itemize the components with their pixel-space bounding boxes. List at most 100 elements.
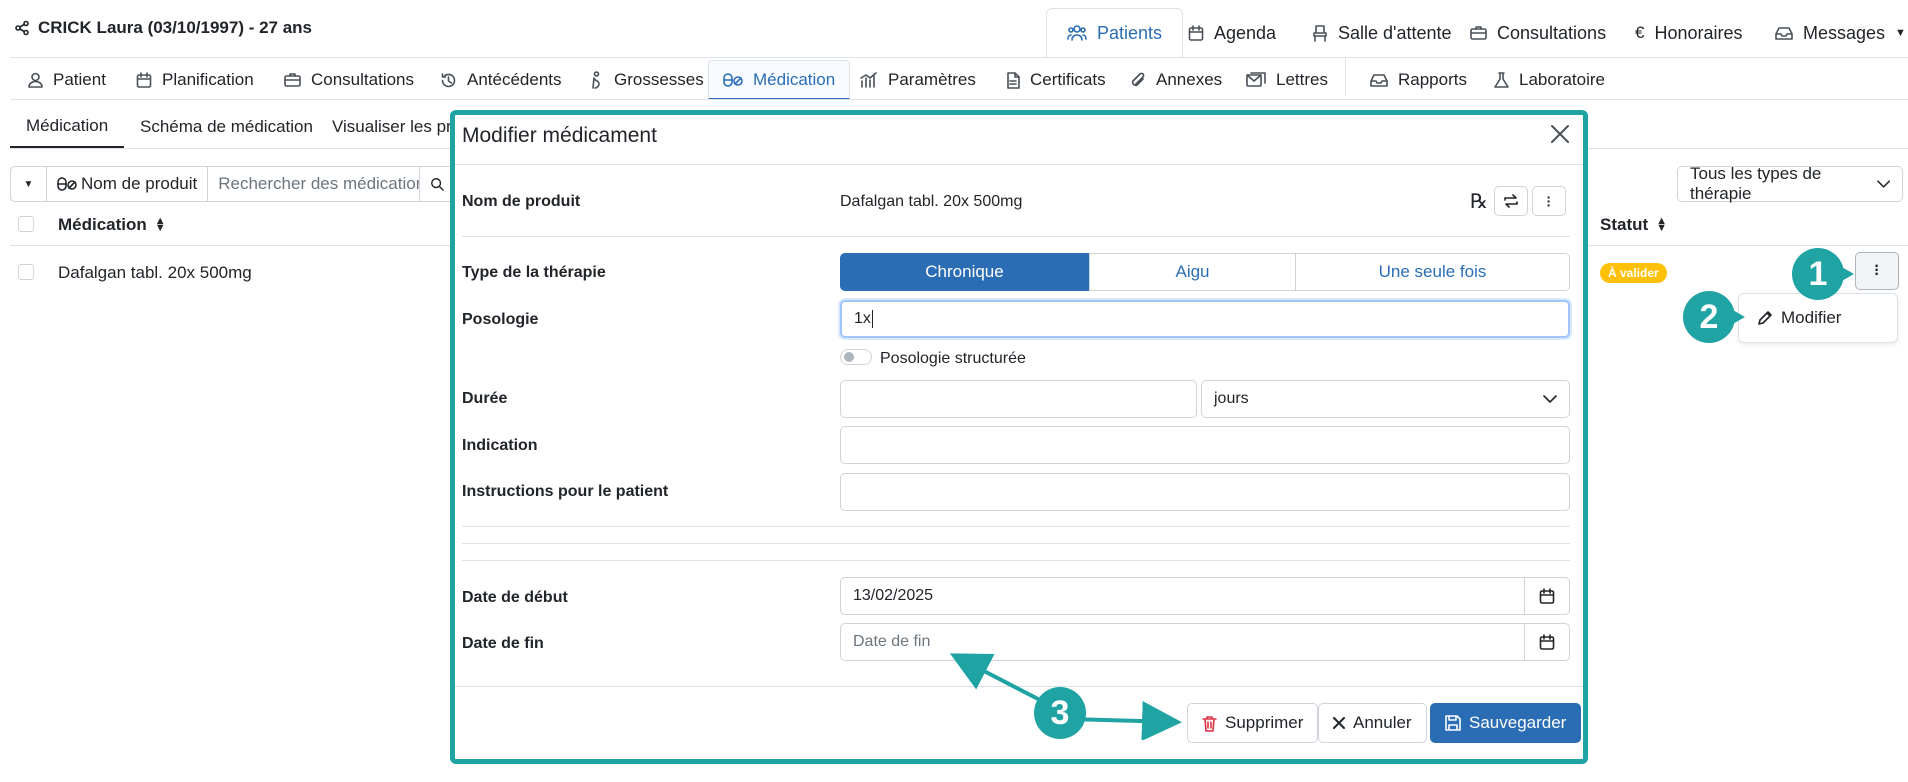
- end-date-label: Date de fin: [462, 635, 544, 652]
- tab-agenda[interactable]: Agenda: [1168, 8, 1296, 58]
- therapy-type-label: Type de la thérapie: [462, 264, 606, 281]
- divider: [462, 236, 1570, 237]
- modify-menu-item[interactable]: Modifier: [1738, 293, 1898, 343]
- arrow-to-delete: [1069, 701, 1182, 740]
- chair-icon: [1313, 25, 1327, 42]
- callout-pointer: [1840, 266, 1854, 282]
- indication-input[interactable]: [840, 426, 1570, 464]
- calendar-button[interactable]: [1524, 577, 1569, 615]
- structured-posology-label: Posologie structurée: [880, 350, 1026, 367]
- patient-header[interactable]: CRICK Laura (03/10/1997) - 27 ans: [14, 18, 312, 38]
- sort-icon: ▲ ▼: [1656, 215, 1668, 234]
- column-header-status[interactable]: Statut ▲ ▼: [1600, 215, 1667, 235]
- history-icon: [441, 72, 456, 87]
- divider: [10, 57, 1908, 58]
- duration-unit-select[interactable]: jours: [1201, 380, 1570, 418]
- duration-input[interactable]: [840, 380, 1197, 418]
- structured-posology-toggle[interactable]: [840, 349, 872, 365]
- toolbar-dropdown[interactable]: ▼: [11, 167, 47, 201]
- posology-input[interactable]: 1x: [840, 300, 1570, 338]
- nav-planification[interactable]: Planification: [122, 60, 268, 100]
- kebab-icon: · · ·: [1546, 189, 1552, 213]
- nav-consultations[interactable]: Consultations: [270, 60, 428, 100]
- nav-attachments[interactable]: Annexes: [1116, 60, 1236, 100]
- callout-2: 2: [1683, 291, 1735, 343]
- cancel-button[interactable]: Annuler: [1318, 703, 1427, 743]
- prescription-icon[interactable]: ℞: [1470, 189, 1488, 214]
- chart-icon: [860, 72, 877, 88]
- table-row-medication-name[interactable]: Dafalgan tabl. 20x 500mg: [58, 263, 252, 283]
- tab-fees[interactable]: € Honoraires: [1615, 8, 1763, 58]
- swap-icon: [1504, 194, 1518, 208]
- nav-laboratory[interactable]: Laboratoire: [1480, 60, 1619, 100]
- calendar-icon: [136, 71, 152, 88]
- nav-patient[interactable]: Patient: [14, 60, 120, 100]
- close-icon: [1333, 717, 1345, 729]
- divider: [455, 164, 1583, 165]
- subtab-schema[interactable]: Schéma de médication: [124, 106, 329, 148]
- start-date-input[interactable]: 13/02/2025: [840, 577, 1570, 615]
- delete-button[interactable]: Supprimer: [1187, 703, 1319, 743]
- subtab-medication[interactable]: Médication: [10, 106, 125, 148]
- tab-consultations[interactable]: Consultations: [1450, 8, 1626, 58]
- pills-icon: [723, 72, 743, 87]
- therapy-option-acute[interactable]: Aigu: [1089, 253, 1296, 291]
- pregnancy-icon: [592, 71, 600, 89]
- save-icon: [1445, 715, 1461, 731]
- close-icon[interactable]: [1548, 122, 1572, 146]
- product-name-value: Dafalgan tabl. 20x 500mg: [840, 193, 1023, 210]
- nav-reports[interactable]: Rapports: [1356, 60, 1481, 100]
- briefcase-icon: [284, 73, 301, 87]
- column-header-medication[interactable]: Médication ▲ ▼: [58, 215, 166, 235]
- indication-label: Indication: [462, 437, 538, 454]
- inbox-icon: [1370, 74, 1388, 87]
- tab-waiting-room[interactable]: Salle d'attente: [1292, 8, 1472, 58]
- select-all-checkbox[interactable]: [18, 216, 34, 232]
- pills-icon: [57, 177, 77, 191]
- divider: [10, 99, 1908, 100]
- row-checkbox[interactable]: [18, 264, 34, 280]
- nav-certificates[interactable]: Certificats: [992, 60, 1120, 100]
- sort-icon: ▲ ▼: [154, 215, 166, 234]
- row-menu-button[interactable]: · · ·: [1855, 252, 1899, 290]
- duration-label: Durée: [462, 390, 508, 407]
- users-icon: [1067, 25, 1087, 41]
- calendar-icon: [1539, 587, 1555, 604]
- medication-toolbar: ▼ Nom de produit Rechercher des médicati…: [10, 166, 456, 202]
- search-input[interactable]: Rechercher des médicatior: [208, 167, 421, 201]
- top-header: CRICK Laura (03/10/1997) - 27 ans Patien…: [0, 0, 1908, 58]
- status-badge: À valider: [1600, 263, 1667, 283]
- nav-pregnancies[interactable]: Grossesses: [575, 60, 718, 100]
- tab-messages[interactable]: Messages ▼: [1755, 8, 1908, 58]
- save-button[interactable]: Sauvegarder: [1430, 703, 1582, 743]
- nav-parameters[interactable]: Paramètres: [846, 60, 990, 100]
- product-name-filter[interactable]: Nom de produit: [47, 167, 209, 201]
- document-icon: [1007, 71, 1020, 89]
- product-name-label: Nom de produit: [462, 193, 581, 210]
- caret-down-icon: ▼: [1895, 27, 1906, 39]
- instructions-input[interactable]: [840, 473, 1570, 511]
- calendar-button[interactable]: [1524, 623, 1569, 661]
- nav-separator: [1345, 58, 1346, 96]
- callout-pointer: [1731, 309, 1745, 325]
- nav-medication[interactable]: Médication: [708, 60, 851, 100]
- person-icon: [28, 72, 43, 88]
- therapy-type-select[interactable]: Tous les types de thérapie: [1677, 164, 1903, 203]
- start-date-label: Date de début: [462, 589, 568, 606]
- calendar-icon: [1188, 24, 1204, 41]
- tab-patients[interactable]: Patients: [1046, 8, 1184, 58]
- trash-icon: [1202, 715, 1217, 732]
- divider: [462, 543, 1570, 544]
- swap-button[interactable]: [1494, 186, 1528, 216]
- euro-icon: €: [1635, 23, 1645, 42]
- therapy-option-chronic[interactable]: Chronique: [840, 253, 1089, 291]
- kebab-icon: · · ·: [1874, 258, 1880, 283]
- arrow-to-end-date: [949, 653, 1041, 702]
- nav-letters[interactable]: Lettres: [1232, 60, 1342, 100]
- inbox-icon: [1775, 27, 1793, 40]
- product-more-button[interactable]: · · ·: [1532, 186, 1566, 216]
- share-icon: [15, 20, 29, 36]
- nav-history[interactable]: Antécédents: [426, 60, 576, 100]
- pencil-icon: [1758, 311, 1772, 325]
- therapy-option-once[interactable]: Une seule fois: [1295, 253, 1570, 291]
